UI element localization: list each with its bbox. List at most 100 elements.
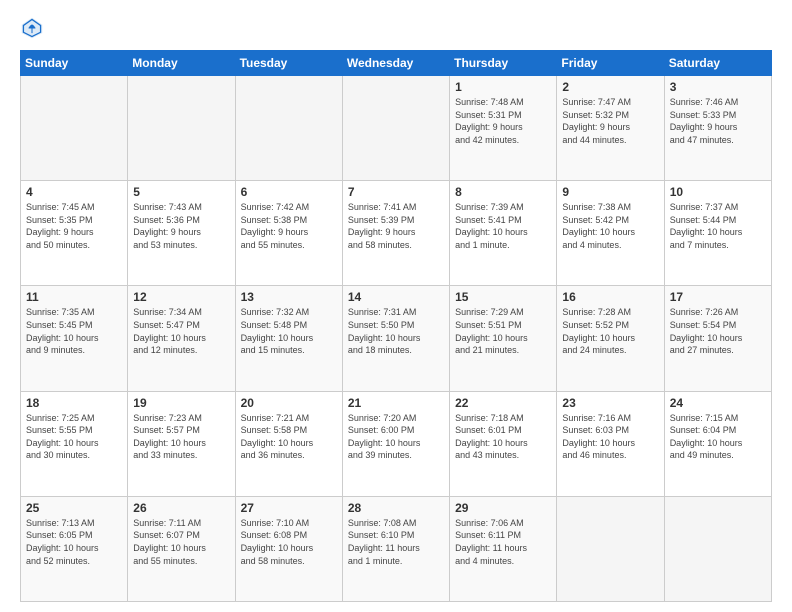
- calendar-cell: 17 Sunrise: 7:26 AM Sunset: 5:54 PM Dayli…: [664, 286, 771, 391]
- calendar-cell: [128, 76, 235, 181]
- day-number: 24: [670, 396, 766, 410]
- day-number: 3: [670, 80, 766, 94]
- weekday-sunday: Sunday: [21, 51, 128, 76]
- calendar-cell: 4 Sunrise: 7:45 AM Sunset: 5:35 PM Daylig…: [21, 181, 128, 286]
- day-number: 20: [241, 396, 337, 410]
- day-info: Sunrise: 7:37 AM Sunset: 5:44 PM Dayligh…: [670, 201, 766, 251]
- day-number: 4: [26, 185, 122, 199]
- calendar-cell: 10 Sunrise: 7:37 AM Sunset: 5:44 PM Dayli…: [664, 181, 771, 286]
- day-info: Sunrise: 7:06 AM Sunset: 6:11 PM Dayligh…: [455, 517, 551, 567]
- day-number: 9: [562, 185, 658, 199]
- day-info: Sunrise: 7:43 AM Sunset: 5:36 PM Dayligh…: [133, 201, 229, 251]
- day-number: 17: [670, 290, 766, 304]
- day-number: 8: [455, 185, 551, 199]
- day-info: Sunrise: 7:48 AM Sunset: 5:31 PM Dayligh…: [455, 96, 551, 146]
- logo: [20, 16, 48, 40]
- day-info: Sunrise: 7:32 AM Sunset: 5:48 PM Dayligh…: [241, 306, 337, 356]
- day-number: 2: [562, 80, 658, 94]
- day-number: 5: [133, 185, 229, 199]
- calendar-cell: [342, 76, 449, 181]
- calendar-cell: 9 Sunrise: 7:38 AM Sunset: 5:42 PM Daylig…: [557, 181, 664, 286]
- calendar-cell: 27 Sunrise: 7:10 AM Sunset: 6:08 PM Dayli…: [235, 496, 342, 601]
- logo-icon: [20, 16, 44, 40]
- weekday-thursday: Thursday: [450, 51, 557, 76]
- weekday-wednesday: Wednesday: [342, 51, 449, 76]
- calendar-cell: 6 Sunrise: 7:42 AM Sunset: 5:38 PM Daylig…: [235, 181, 342, 286]
- day-info: Sunrise: 7:34 AM Sunset: 5:47 PM Dayligh…: [133, 306, 229, 356]
- calendar-cell: 18 Sunrise: 7:25 AM Sunset: 5:55 PM Dayli…: [21, 391, 128, 496]
- week-row-4: 18 Sunrise: 7:25 AM Sunset: 5:55 PM Dayli…: [21, 391, 772, 496]
- header: [20, 16, 772, 40]
- week-row-3: 11Sunrise: 7:35 AM Sunset: 5:45 PM Dayli…: [21, 286, 772, 391]
- day-info: Sunrise: 7:38 AM Sunset: 5:42 PM Dayligh…: [562, 201, 658, 251]
- calendar-cell: 19 Sunrise: 7:23 AM Sunset: 5:57 PM Dayli…: [128, 391, 235, 496]
- day-number: 16: [562, 290, 658, 304]
- calendar-cell: [557, 496, 664, 601]
- day-number: 12: [133, 290, 229, 304]
- calendar-cell: 21 Sunrise: 7:20 AM Sunset: 6:00 PM Dayli…: [342, 391, 449, 496]
- day-info: Sunrise: 7:41 AM Sunset: 5:39 PM Dayligh…: [348, 201, 444, 251]
- day-number: 1: [455, 80, 551, 94]
- day-info: Sunrise: 7:15 AM Sunset: 6:04 PM Dayligh…: [670, 412, 766, 462]
- day-info: Sunrise: 7:25 AM Sunset: 5:55 PM Dayligh…: [26, 412, 122, 462]
- calendar-cell: 16 Sunrise: 7:28 AM Sunset: 5:52 PM Dayli…: [557, 286, 664, 391]
- day-info: Sunrise: 7:20 AM Sunset: 6:00 PM Dayligh…: [348, 412, 444, 462]
- calendar-cell: [235, 76, 342, 181]
- day-number: 22: [455, 396, 551, 410]
- day-info: Sunrise: 7:39 AM Sunset: 5:41 PM Dayligh…: [455, 201, 551, 251]
- day-info: Sunrise: 7:16 AM Sunset: 6:03 PM Dayligh…: [562, 412, 658, 462]
- calendar-cell: 5 Sunrise: 7:43 AM Sunset: 5:36 PM Daylig…: [128, 181, 235, 286]
- day-info: Sunrise: 7:23 AM Sunset: 5:57 PM Dayligh…: [133, 412, 229, 462]
- calendar-table: SundayMondayTuesdayWednesdayThursdayFrid…: [20, 50, 772, 602]
- day-info: Sunrise: 7:42 AM Sunset: 5:38 PM Dayligh…: [241, 201, 337, 251]
- calendar-cell: 3Sunrise: 7:46 AM Sunset: 5:33 PM Daylig…: [664, 76, 771, 181]
- day-number: 19: [133, 396, 229, 410]
- calendar-cell: 24 Sunrise: 7:15 AM Sunset: 6:04 PM Dayli…: [664, 391, 771, 496]
- day-number: 26: [133, 501, 229, 515]
- week-row-1: 1 Sunrise: 7:48 AM Sunset: 5:31 PM Daylig…: [21, 76, 772, 181]
- day-number: 28: [348, 501, 444, 515]
- calendar-cell: 2Sunrise: 7:47 AM Sunset: 5:32 PM Daylig…: [557, 76, 664, 181]
- calendar-cell: 15 Sunrise: 7:29 AM Sunset: 5:51 PM Dayli…: [450, 286, 557, 391]
- week-row-2: 4 Sunrise: 7:45 AM Sunset: 5:35 PM Daylig…: [21, 181, 772, 286]
- calendar-cell: 7 Sunrise: 7:41 AM Sunset: 5:39 PM Daylig…: [342, 181, 449, 286]
- calendar-cell: 20 Sunrise: 7:21 AM Sunset: 5:58 PM Dayli…: [235, 391, 342, 496]
- calendar-cell: [664, 496, 771, 601]
- calendar-cell: 1 Sunrise: 7:48 AM Sunset: 5:31 PM Daylig…: [450, 76, 557, 181]
- day-info: Sunrise: 7:45 AM Sunset: 5:35 PM Dayligh…: [26, 201, 122, 251]
- day-number: 6: [241, 185, 337, 199]
- weekday-friday: Friday: [557, 51, 664, 76]
- calendar-page: SundayMondayTuesdayWednesdayThursdayFrid…: [0, 0, 792, 612]
- day-number: 18: [26, 396, 122, 410]
- calendar-cell: 11Sunrise: 7:35 AM Sunset: 5:45 PM Dayli…: [21, 286, 128, 391]
- day-info: Sunrise: 7:11 AM Sunset: 6:07 PM Dayligh…: [133, 517, 229, 567]
- weekday-header-row: SundayMondayTuesdayWednesdayThursdayFrid…: [21, 51, 772, 76]
- calendar-cell: 25Sunrise: 7:13 AM Sunset: 6:05 PM Dayli…: [21, 496, 128, 601]
- weekday-tuesday: Tuesday: [235, 51, 342, 76]
- calendar-cell: 22 Sunrise: 7:18 AM Sunset: 6:01 PM Dayli…: [450, 391, 557, 496]
- calendar-cell: 28 Sunrise: 7:08 AM Sunset: 6:10 PM Dayli…: [342, 496, 449, 601]
- calendar-cell: 14Sunrise: 7:31 AM Sunset: 5:50 PM Dayli…: [342, 286, 449, 391]
- calendar-cell: 8 Sunrise: 7:39 AM Sunset: 5:41 PM Daylig…: [450, 181, 557, 286]
- day-number: 29: [455, 501, 551, 515]
- day-number: 11: [26, 290, 122, 304]
- day-number: 27: [241, 501, 337, 515]
- day-info: Sunrise: 7:13 AM Sunset: 6:05 PM Dayligh…: [26, 517, 122, 567]
- day-info: Sunrise: 7:31 AM Sunset: 5:50 PM Dayligh…: [348, 306, 444, 356]
- weekday-monday: Monday: [128, 51, 235, 76]
- day-info: Sunrise: 7:21 AM Sunset: 5:58 PM Dayligh…: [241, 412, 337, 462]
- day-info: Sunrise: 7:29 AM Sunset: 5:51 PM Dayligh…: [455, 306, 551, 356]
- day-number: 21: [348, 396, 444, 410]
- day-info: Sunrise: 7:08 AM Sunset: 6:10 PM Dayligh…: [348, 517, 444, 567]
- day-number: 7: [348, 185, 444, 199]
- calendar-cell: 29 Sunrise: 7:06 AM Sunset: 6:11 PM Dayli…: [450, 496, 557, 601]
- day-info: Sunrise: 7:26 AM Sunset: 5:54 PM Dayligh…: [670, 306, 766, 356]
- day-info: Sunrise: 7:18 AM Sunset: 6:01 PM Dayligh…: [455, 412, 551, 462]
- calendar-cell: [21, 76, 128, 181]
- day-number: 23: [562, 396, 658, 410]
- day-info: Sunrise: 7:28 AM Sunset: 5:52 PM Dayligh…: [562, 306, 658, 356]
- day-number: 15: [455, 290, 551, 304]
- day-number: 10: [670, 185, 766, 199]
- day-info: Sunrise: 7:10 AM Sunset: 6:08 PM Dayligh…: [241, 517, 337, 567]
- day-number: 13: [241, 290, 337, 304]
